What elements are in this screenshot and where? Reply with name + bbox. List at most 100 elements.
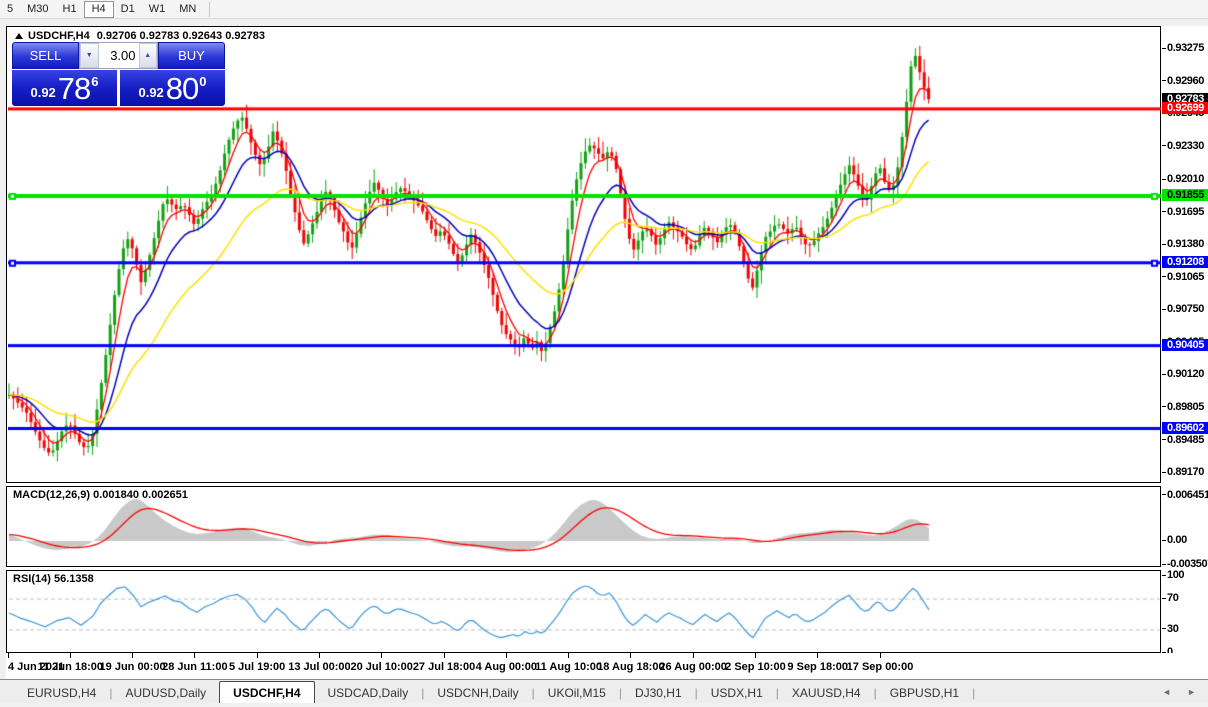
timeframe-button-m30[interactable]: M30 [20,1,55,18]
collapse-triangle-icon[interactable] [15,32,23,39]
timeframe-toolbar: 5 M30 H1 H4 D1 W1 MN [0,0,1208,19]
sell-price-box[interactable]: 0.92 78 6 [12,70,117,106]
chart-tabs: EURUSD,H4 | AUDUSD,Daily USDCHF,H4 USDCAD,Da… [0,681,975,703]
chart-window: USDCHF,H4 0.92706 0.92783 0.92643 0.9278… [6,26,1208,679]
axis-tick-dash [1162,179,1166,180]
time-tick-label: 17 Sep 00:00 [846,661,914,673]
price-axis-tick: 0.90750 [1167,303,1204,316]
time-tick-label: 20 Jul 10:00 [350,661,413,673]
timeframe-button-w1[interactable]: W1 [142,1,173,18]
symbol-ohlc-values: 0.92706 0.92783 0.92643 0.92783 [96,29,265,42]
rsi-label: RSI(14) 56.1358 [13,573,94,585]
chevron-up-icon: ▲ [144,52,152,59]
chart-tab-usdcnh[interactable]: USDCNH,Daily [424,683,531,703]
window-bottom-strip [0,703,1208,707]
axis-tick-dash [1162,309,1166,310]
volume-control: ▼ ▲ [79,42,158,69]
volume-input[interactable] [98,43,139,68]
buy-price-box[interactable]: 0.92 80 0 [120,70,225,106]
axis-tick-dash [1162,80,1166,81]
axis-tick-dash [1162,575,1166,576]
axis-tick-dash [1162,48,1166,49]
chart-tab-usdcad[interactable]: USDCAD,Daily [315,683,422,703]
time-tick [444,653,445,658]
time-tick-label: 5 Jul 19:00 [229,661,286,673]
chart-tab-usdchf[interactable]: USDCHF,H4 [219,681,315,703]
time-axis[interactable]: 4 Jun 2021 11 Jun 18:00 19 Jun 00:00 28 Jun… [6,653,1208,679]
time-tick [8,653,9,658]
time-tick [693,653,694,658]
sell-price-prefix: 0.92 [30,85,56,100]
time-tick-label: 4 Aug 00:00 [475,661,537,673]
rsi-indicator-panel [6,570,1161,653]
chevron-down-icon: ▼ [85,52,93,59]
volume-decrease-button[interactable]: ▼ [80,43,99,68]
price-axis-tick: 0.89805 [1167,400,1204,413]
volume-increase-button[interactable]: ▲ [138,43,157,68]
chart-tab-usdx[interactable]: USDX,H1 [698,683,776,703]
time-tick [506,653,507,658]
timeframe-button-mn[interactable]: MN [172,1,203,18]
chart-tab-gbpusd[interactable]: GBPUSD,H1 [877,683,972,703]
chart-tab-eurusd[interactable]: EURUSD,H4 [14,683,109,703]
price-axis-tick: 0.89485 [1167,433,1204,446]
toolbar-divider [209,1,211,17]
chart-tab-bar: EURUSD,H4 | AUDUSD,Daily USDCHF,H4 USDCAD,Da… [0,679,1208,703]
rsi-axis-tick: 100 [1167,569,1185,581]
price-marker-0.91208[interactable]: 0.91208 [1162,255,1208,268]
price-axis-tick: 0.92010 [1167,173,1204,185]
chart-tab-audusd[interactable]: AUDUSD,Daily [112,683,219,703]
timeframe-button-5[interactable]: 5 [0,1,20,18]
chart-tab-xauusd[interactable]: XAUUSD,H4 [779,683,874,703]
buy-button[interactable]: BUY [158,42,225,69]
price-axis-tick: 0.91380 [1167,238,1204,251]
price-axis-tick: 0.92330 [1167,139,1204,152]
time-tick [257,653,258,658]
price-axis-tick: 0.90120 [1167,368,1204,381]
tab-scroll-right-icon[interactable]: ► [1187,687,1196,697]
axis-tick-dash [1162,439,1166,440]
axis-tick-dash [1162,628,1166,629]
sell-button[interactable]: SELL [12,42,79,69]
chart-tab-ukoil[interactable]: UKOil,M15 [535,683,619,703]
price-marker-0.91855[interactable]: 0.91855 [1162,189,1208,201]
price-axis[interactable]: 0.932750.929600.926450.923300.920100.916… [1162,26,1208,658]
time-tick [381,653,382,658]
time-tick-label: 28 Jun 11:00 [162,661,228,673]
buy-price-main: 80 [165,70,199,106]
timeframe-button-h1[interactable]: H1 [56,1,84,18]
time-tick-label: 2 Sep 10:00 [725,661,786,673]
rsi-axis-tick: 70 [1167,592,1179,605]
time-tick-label: 26 Aug 00:00 [659,661,727,673]
time-tick [817,653,818,658]
price-marker-0.92699[interactable]: 0.92699 [1162,101,1208,114]
macd-label: MACD(12,26,9) 0.001840 0.002651 [13,489,188,501]
axis-tick-dash [1162,564,1166,565]
timeframe-button-h4[interactable]: H4 [83,0,114,18]
time-tick-label: 11 Aug 10:00 [535,661,602,673]
price-marker-0.89602[interactable]: 0.89602 [1162,421,1208,434]
time-tick [70,653,71,658]
sell-price-pip: 6 [91,74,99,89]
tab-scroll-left-icon[interactable]: ◄ [1162,687,1171,697]
time-tick-label: 18 Aug 18:00 [597,661,665,673]
axis-tick-dash [1162,244,1166,245]
price-axis-tick: 0.91695 [1167,205,1204,218]
buy-price-prefix: 0.92 [138,85,164,100]
time-tick [755,653,756,658]
one-click-trade-panel: SELL ▼ ▲ BUY 0.92 78 6 0.92 80 0 [12,42,225,106]
time-tick [194,653,195,658]
rsi-axis-tick: 30 [1167,622,1179,635]
time-tick [880,653,881,658]
rsi-canvas[interactable] [8,572,1161,653]
macd-axis-tick: 0.006451 [1167,488,1208,501]
chart-tab-dj30[interactable]: DJ30,H1 [622,683,695,703]
axis-tick-dash [1162,374,1166,375]
price-marker-0.90405[interactable]: 0.90405 [1162,338,1208,351]
time-tick [630,653,631,658]
timeframe-button-d1[interactable]: D1 [114,1,142,18]
axis-tick-dash [1162,494,1166,495]
time-tick-label: 9 Sep 18:00 [787,661,848,673]
price-axis-tick: 0.92960 [1167,74,1204,87]
sell-price-main: 78 [57,70,91,106]
